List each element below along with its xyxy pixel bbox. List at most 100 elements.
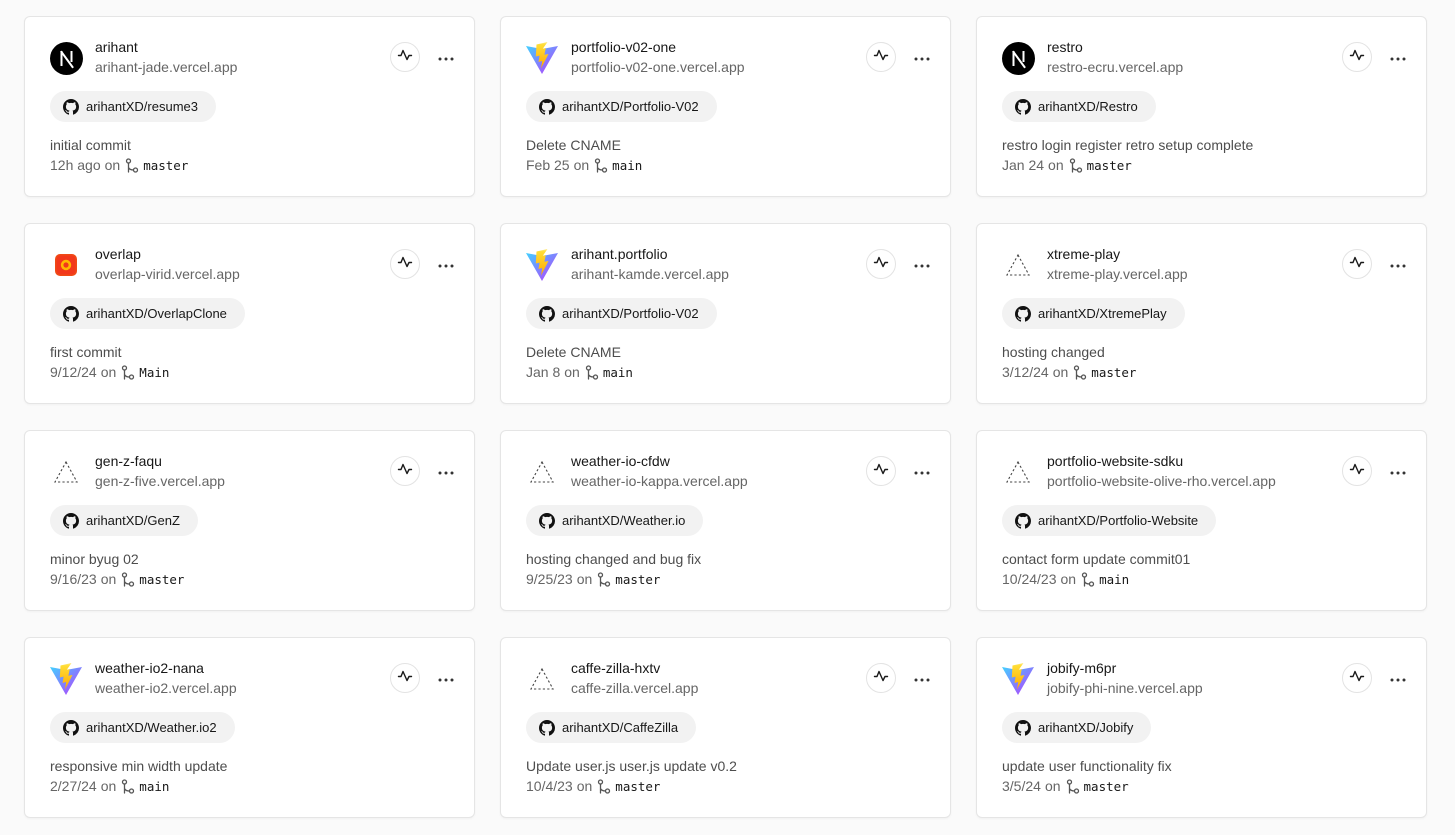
project-url[interactable]: caffe-zilla.vercel.app bbox=[571, 680, 698, 696]
branch-name[interactable]: master bbox=[1084, 779, 1129, 794]
project-card[interactable]: arihant arihant-jade.vercel.app arihantX… bbox=[24, 16, 475, 197]
activity-button[interactable] bbox=[1342, 663, 1372, 693]
project-url[interactable]: arihant-kamde.vercel.app bbox=[571, 266, 729, 282]
activity-button[interactable] bbox=[390, 456, 420, 486]
more-options-button[interactable] bbox=[909, 45, 935, 69]
activity-button[interactable] bbox=[866, 42, 896, 72]
activity-button[interactable] bbox=[390, 42, 420, 72]
branch-name[interactable]: master bbox=[139, 572, 184, 587]
more-options-button[interactable] bbox=[1385, 459, 1411, 483]
project-url[interactable]: arihant-jade.vercel.app bbox=[95, 59, 237, 75]
project-name[interactable]: caffe-zilla-hxtv bbox=[571, 660, 660, 676]
project-url[interactable]: overlap-virid.vercel.app bbox=[95, 266, 240, 282]
project-name[interactable]: portfolio-v02-one bbox=[571, 39, 676, 55]
branch-name[interactable]: master bbox=[615, 779, 660, 794]
repo-link[interactable]: arihantXD/Weather.io2 bbox=[50, 712, 235, 743]
project-card[interactable]: arihant.portfolio arihant-kamde.vercel.a… bbox=[500, 223, 951, 404]
branch-name[interactable]: master bbox=[143, 158, 188, 173]
project-url[interactable]: portfolio-v02-one.vercel.app bbox=[571, 59, 745, 75]
repo-link[interactable]: arihantXD/Jobify bbox=[1002, 712, 1152, 743]
project-card[interactable]: portfolio-v02-one portfolio-v02-one.verc… bbox=[500, 16, 951, 197]
project-url[interactable]: weather-io2.vercel.app bbox=[95, 680, 237, 696]
project-url[interactable]: xtreme-play.vercel.app bbox=[1047, 266, 1188, 282]
more-options-button[interactable] bbox=[1385, 252, 1411, 276]
more-options-button[interactable] bbox=[433, 252, 459, 276]
repo-link[interactable]: arihantXD/Portfolio-V02 bbox=[526, 91, 717, 122]
project-url[interactable]: weather-io-kappa.vercel.app bbox=[571, 473, 748, 489]
activity-button[interactable] bbox=[866, 249, 896, 279]
project-card[interactable]: xtreme-play xtreme-play.vercel.app ariha… bbox=[976, 223, 1427, 404]
project-name[interactable]: jobify-m6pr bbox=[1047, 660, 1116, 676]
commit-on-label: on bbox=[100, 778, 117, 794]
repo-link[interactable]: arihantXD/Portfolio-V02 bbox=[526, 298, 717, 329]
repo-link[interactable]: arihantXD/XtremePlay bbox=[1002, 298, 1185, 329]
project-url[interactable]: restro-ecru.vercel.app bbox=[1047, 59, 1183, 75]
project-card[interactable]: weather-io2-nana weather-io2.vercel.app … bbox=[24, 637, 475, 818]
project-name[interactable]: arihant bbox=[95, 39, 138, 55]
commit-time: 10/24/23 bbox=[1002, 571, 1057, 587]
more-horizontal-icon bbox=[1390, 255, 1406, 273]
activity-button[interactable] bbox=[1342, 42, 1372, 72]
github-icon bbox=[63, 512, 79, 529]
project-url[interactable]: portfolio-website-olive-rho.vercel.app bbox=[1047, 473, 1276, 489]
more-options-button[interactable] bbox=[1385, 45, 1411, 69]
repo-link[interactable]: arihantXD/Weather.io bbox=[526, 505, 704, 536]
branch-name[interactable]: Main bbox=[139, 365, 169, 380]
project-card[interactable]: overlap overlap-virid.vercel.app arihant… bbox=[24, 223, 475, 404]
repo-link[interactable]: arihantXD/resume3 bbox=[50, 91, 216, 122]
vite-icon bbox=[1001, 662, 1035, 696]
commit-message: restro login register retro setup comple… bbox=[1002, 137, 1254, 153]
project-name[interactable]: arihant.portfolio bbox=[571, 246, 668, 262]
activity-button[interactable] bbox=[390, 249, 420, 279]
activity-button[interactable] bbox=[390, 663, 420, 693]
branch-name[interactable]: main bbox=[603, 365, 633, 380]
project-card[interactable]: caffe-zilla-hxtv caffe-zilla.vercel.app … bbox=[500, 637, 951, 818]
project-name[interactable]: gen-z-faqu bbox=[95, 453, 162, 469]
activity-pulse-icon bbox=[1349, 668, 1365, 689]
project-card[interactable]: jobify-m6pr jobify-phi-nine.vercel.app a… bbox=[976, 637, 1427, 818]
repo-link[interactable]: arihantXD/Restro bbox=[1002, 91, 1156, 122]
project-card[interactable]: portfolio-website-sdku portfolio-website… bbox=[976, 430, 1427, 611]
project-name[interactable]: weather-io-cfdw bbox=[571, 453, 670, 469]
activity-button[interactable] bbox=[1342, 456, 1372, 486]
repo-link[interactable]: arihantXD/CaffeZilla bbox=[526, 712, 697, 743]
branch-name[interactable]: master bbox=[1091, 365, 1136, 380]
project-url[interactable]: jobify-phi-nine.vercel.app bbox=[1047, 680, 1203, 696]
project-card[interactable]: restro restro-ecru.vercel.app arihantXD/… bbox=[976, 16, 1427, 197]
activity-button[interactable] bbox=[866, 456, 896, 486]
repo-name: arihantXD/Portfolio-Website bbox=[1038, 513, 1199, 528]
commit-time: 3/12/24 bbox=[1002, 364, 1049, 380]
more-options-button[interactable] bbox=[1385, 666, 1411, 690]
branch-name[interactable]: main bbox=[1099, 572, 1129, 587]
more-options-button[interactable] bbox=[433, 666, 459, 690]
branch-name[interactable]: main bbox=[139, 779, 169, 794]
project-name[interactable]: weather-io2-nana bbox=[95, 660, 204, 676]
repo-link[interactable]: arihantXD/GenZ bbox=[50, 505, 198, 536]
branch-name[interactable]: master bbox=[1087, 158, 1132, 173]
git-branch-icon bbox=[1073, 364, 1087, 380]
branch-name[interactable]: master bbox=[615, 572, 660, 587]
project-card[interactable]: weather-io-cfdw weather-io-kappa.vercel.… bbox=[500, 430, 951, 611]
branch-name[interactable]: main bbox=[612, 158, 642, 173]
more-options-button[interactable] bbox=[433, 45, 459, 69]
more-options-button[interactable] bbox=[909, 459, 935, 483]
repo-link[interactable]: arihantXD/Portfolio-Website bbox=[1002, 505, 1217, 536]
activity-button[interactable] bbox=[1342, 249, 1372, 279]
project-name[interactable]: portfolio-website-sdku bbox=[1047, 453, 1183, 469]
more-options-button[interactable] bbox=[909, 252, 935, 276]
project-name[interactable]: overlap bbox=[95, 246, 141, 262]
more-options-button[interactable] bbox=[909, 666, 935, 690]
project-name[interactable]: xtreme-play bbox=[1047, 246, 1120, 262]
project-card[interactable]: gen-z-faqu gen-z-five.vercel.app arihant… bbox=[24, 430, 475, 611]
project-url[interactable]: gen-z-five.vercel.app bbox=[95, 473, 225, 489]
vercel-outline-icon bbox=[525, 662, 559, 696]
more-options-button[interactable] bbox=[433, 459, 459, 483]
activity-button[interactable] bbox=[866, 663, 896, 693]
github-icon bbox=[539, 719, 555, 736]
more-horizontal-icon bbox=[1390, 48, 1406, 66]
commit-time: 10/4/23 bbox=[526, 778, 573, 794]
nextjs-icon bbox=[1001, 41, 1035, 75]
repo-link[interactable]: arihantXD/OverlapClone bbox=[50, 298, 245, 329]
repo-name: arihantXD/Portfolio-V02 bbox=[562, 306, 699, 321]
project-name[interactable]: restro bbox=[1047, 39, 1083, 55]
